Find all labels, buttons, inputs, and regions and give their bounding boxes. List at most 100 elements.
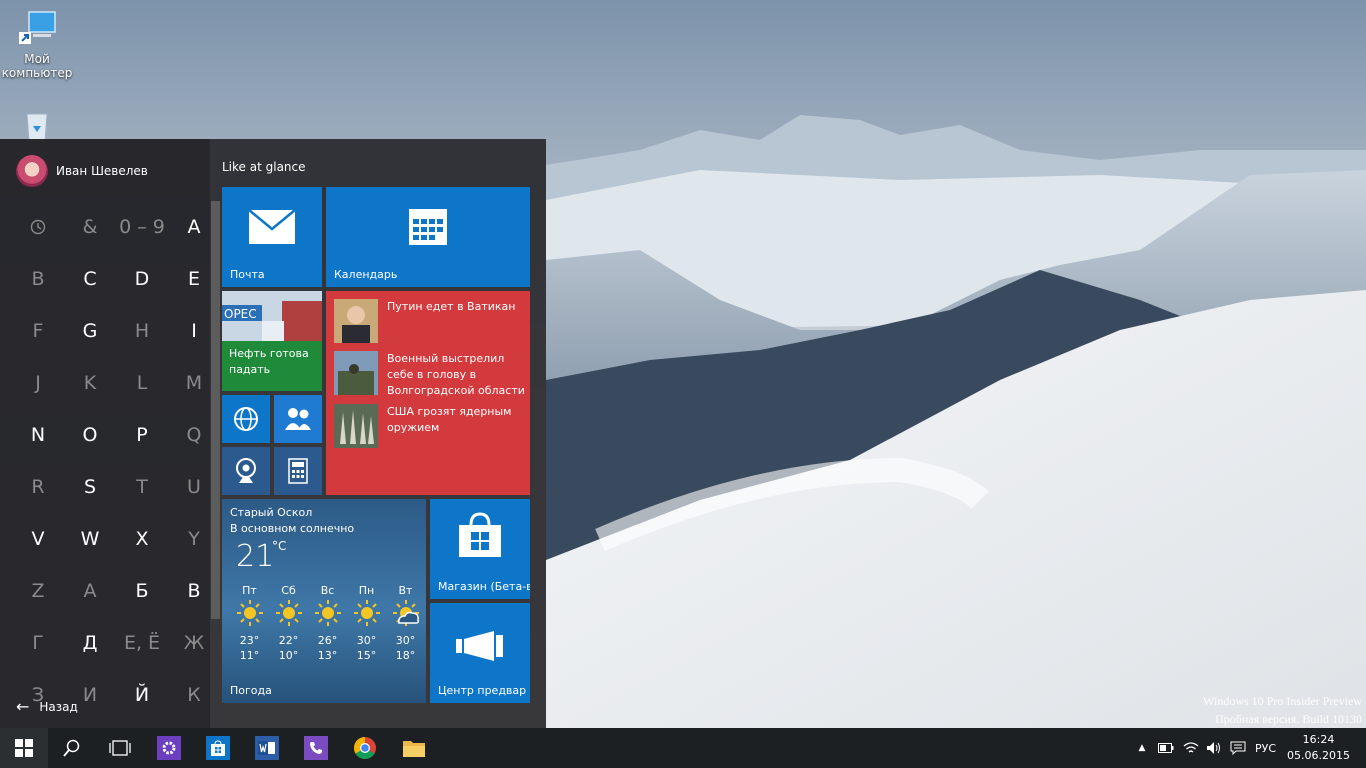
sun-icon (236, 600, 263, 626)
letter-item[interactable]: F (12, 305, 64, 357)
clock[interactable]: 16:24 05.06.2015 (1287, 732, 1350, 764)
mail-icon (248, 209, 296, 244)
forecast-day-name: Пн (358, 584, 375, 597)
letter-item[interactable]: & (64, 201, 116, 253)
tile-insider-hub[interactable]: Центр предвар (430, 603, 530, 703)
letter-item[interactable]: Е, Ё (116, 617, 168, 669)
tile-weather[interactable]: Старый Оскол В основном солнечно 21 °C П… (222, 499, 426, 703)
letter-item[interactable]: Z (12, 565, 64, 617)
letter-item[interactable]: O (64, 409, 116, 461)
tile-label: Погода (230, 684, 272, 697)
forecast-low: 15° (356, 649, 377, 662)
speaker-icon[interactable] (1206, 741, 1222, 755)
letter-item[interactable]: К (168, 669, 220, 721)
news-item[interactable]: США грозят ядерным оружием (334, 404, 527, 448)
task-view-button[interactable] (96, 728, 144, 768)
letter-item[interactable]: T (116, 461, 168, 513)
letter-item[interactable]: R (12, 461, 64, 513)
letter-item[interactable]: 0 – 9 (116, 201, 168, 253)
user-account[interactable]: Иван Шевелев (16, 155, 148, 187)
letter-item[interactable]: Д (64, 617, 116, 669)
back-label: Назад (39, 699, 78, 714)
tile-label: Нефть готова падать (229, 347, 309, 376)
start-button[interactable] (0, 728, 48, 768)
news-thumbnail (334, 404, 378, 448)
letter-item[interactable]: N (12, 409, 64, 461)
letter-item[interactable]: C (64, 253, 116, 305)
start-menu: Иван Шевелев & 0 – 9ABCDEFGHIJKLMNOPQRSTU… (0, 139, 546, 728)
taskbar-viber-app[interactable] (292, 728, 340, 768)
weather-city: Старый Оскол (230, 506, 313, 519)
letter-item[interactable]: V (12, 513, 64, 565)
back-button[interactable]: ← Назад (16, 697, 78, 716)
letter-item[interactable]: А (64, 565, 116, 617)
desktop-icon-my-computer[interactable]: Мой компьютер (0, 10, 74, 80)
forecast-low: 13° (317, 649, 338, 662)
chevron-up-icon[interactable]: ▲ (1134, 743, 1150, 753)
letter-item[interactable]: B (12, 253, 64, 305)
forecast-day: Сб 22° 10° (269, 583, 308, 663)
avatar (16, 155, 48, 187)
tile-people[interactable] (274, 395, 322, 443)
tile-store[interactable]: Магазин (Бета-в (430, 499, 530, 599)
task-view-icon (109, 740, 131, 756)
tile-calendar[interactable]: Календарь (326, 187, 530, 287)
letter-item[interactable]: W (64, 513, 116, 565)
notifications-icon[interactable] (1230, 741, 1246, 755)
tile-finance[interactable]: OPEC Нефть готова падать (222, 291, 322, 391)
letter-item[interactable]: P (116, 409, 168, 461)
taskbar-store-app[interactable] (194, 728, 242, 768)
letter-item[interactable]: S (64, 461, 116, 513)
taskbar-settings-app[interactable] (145, 728, 193, 768)
tile-label: Календарь (334, 268, 398, 281)
letter-item[interactable]: D (116, 253, 168, 305)
news-item[interactable]: Военный выстрелил себе в голову в Волгог… (334, 351, 527, 399)
watermark-edition: Windows 10 Pro Insider Preview (1203, 694, 1362, 708)
tile-mail[interactable]: Почта (222, 187, 322, 287)
letter-item[interactable]: L (116, 357, 168, 409)
word-icon (258, 741, 275, 755)
store-bag-icon (459, 512, 501, 557)
news-item[interactable]: Путин едет в Ватикан (334, 299, 527, 343)
scrollbar[interactable] (211, 201, 220, 619)
letter-recent[interactable] (12, 201, 64, 253)
forecast-high: 26° (317, 634, 338, 647)
letter-item[interactable]: Й (116, 669, 168, 721)
letter-item[interactable]: Б (116, 565, 168, 617)
language-indicator[interactable]: РУС (1255, 742, 1276, 755)
wifi-icon[interactable] (1183, 741, 1199, 755)
clock-date: 05.06.2015 (1287, 749, 1350, 762)
letter-item[interactable]: K (64, 357, 116, 409)
letter-item[interactable]: X (116, 513, 168, 565)
battery-icon[interactable] (1158, 743, 1174, 753)
taskbar-word-app[interactable] (243, 728, 291, 768)
letter-item[interactable]: H (116, 305, 168, 357)
computer-icon (17, 10, 57, 50)
tile-news[interactable]: Путин едет в Ватикан Военный выстрелил с… (326, 291, 530, 495)
user-name: Иван Шевелев (56, 164, 148, 178)
forecast-day-name: Пт (242, 584, 257, 597)
search-button[interactable] (48, 728, 96, 768)
tile-browser[interactable] (222, 395, 270, 443)
letter-item[interactable]: J (12, 357, 64, 409)
taskbar-chrome-app[interactable] (341, 728, 389, 768)
letter-item[interactable]: G (64, 305, 116, 357)
folder-icon (403, 741, 425, 757)
weather-temperature: 21 (236, 539, 275, 574)
letter-item[interactable]: Ж (168, 617, 220, 669)
news-thumbnail (334, 351, 378, 395)
weather-condition: В основном солнечно (230, 522, 355, 535)
chrome-icon (354, 737, 376, 759)
letter-item[interactable]: Г (12, 617, 64, 669)
tile-camera[interactable] (222, 447, 270, 495)
tile-label: Магазин (Бета-в (438, 580, 530, 593)
clock-icon (30, 219, 46, 235)
tile-calculator[interactable] (274, 447, 322, 495)
forecast-day: Вт 30° 18° (386, 583, 425, 663)
windows-logo-icon (15, 739, 33, 757)
calculator-icon (288, 458, 308, 484)
taskbar-explorer-app[interactable] (390, 728, 438, 768)
news-headline: Путин едет в Ватикан (387, 300, 516, 313)
weather-forecast: Пт 23° 11° Сб 22° 10° Вс 26° 13° Пн 30° 15° Вт 30° 18° (230, 583, 425, 663)
forecast-day-name: Вс (320, 584, 335, 597)
